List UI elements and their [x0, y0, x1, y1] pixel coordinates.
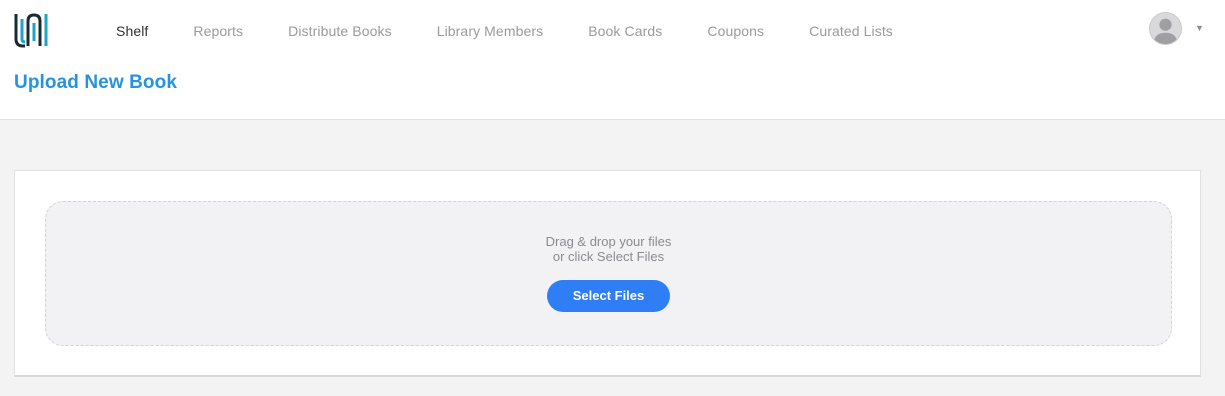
dropzone-instruction: Drag & drop your files	[545, 234, 672, 249]
library-logo-icon[interactable]	[13, 11, 49, 49]
user-avatar-icon[interactable]	[1149, 11, 1182, 45]
nav-coupons[interactable]: Coupons	[707, 23, 764, 39]
top-header: Shelf Reports Distribute Books Library M…	[0, 0, 1225, 120]
chevron-down-icon[interactable]: ▼	[1195, 23, 1204, 33]
page-title: Upload New Book	[14, 72, 178, 93]
main-nav: Shelf Reports Distribute Books Library M…	[116, 21, 938, 41]
upload-panel: Drag & drop your files or click Select F…	[14, 170, 1201, 377]
user-menu[interactable]: ▼	[1149, 11, 1204, 45]
nav-reports[interactable]: Reports	[193, 23, 243, 39]
nav-distribute-books[interactable]: Distribute Books	[288, 23, 392, 39]
select-files-button[interactable]: Select Files	[547, 280, 670, 312]
nav-curated-lists[interactable]: Curated Lists	[809, 23, 893, 39]
dropzone-subinstruction: or click Select Files	[552, 249, 665, 264]
nav-shelf[interactable]: Shelf	[116, 23, 148, 39]
nav-book-cards[interactable]: Book Cards	[588, 23, 662, 39]
nav-library-members[interactable]: Library Members	[437, 23, 544, 39]
file-dropzone[interactable]: Drag & drop your files or click Select F…	[45, 201, 1172, 346]
